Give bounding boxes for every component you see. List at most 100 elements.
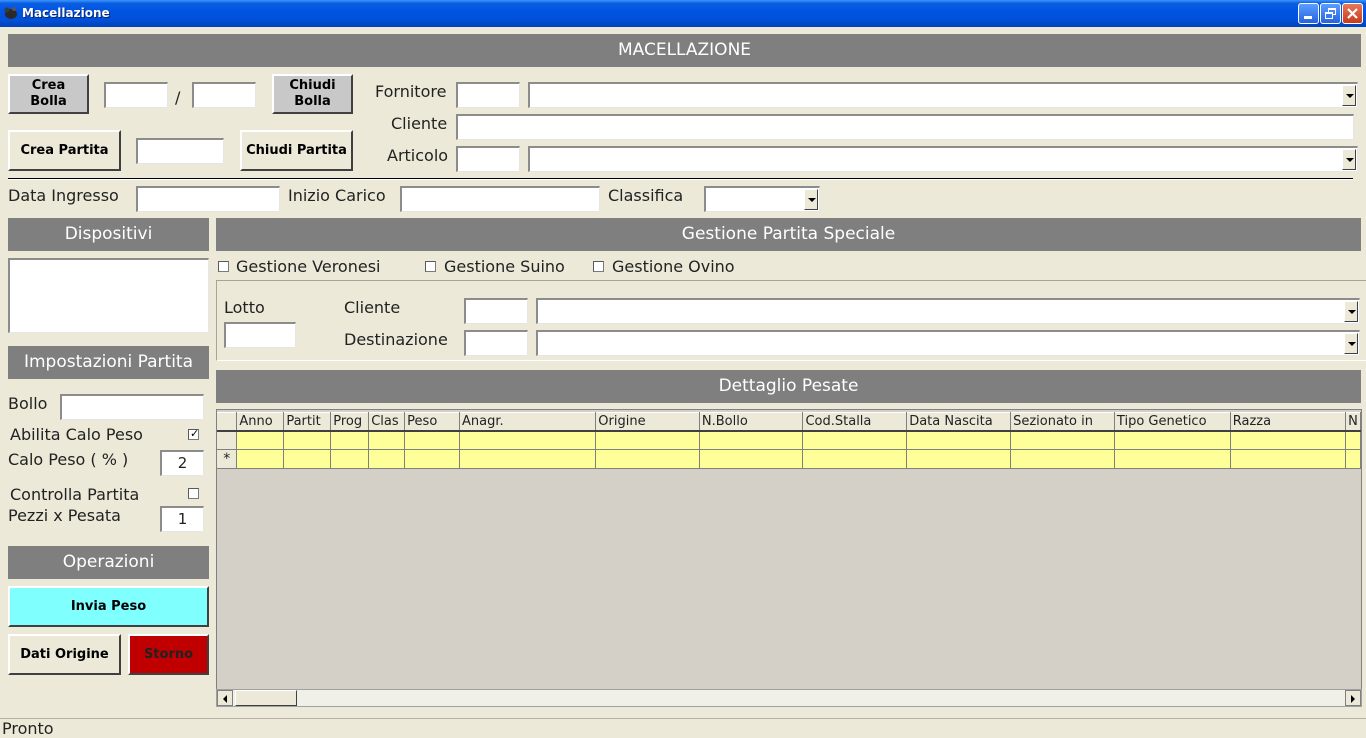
close-icon <box>1347 8 1358 19</box>
col-header[interactable]: Data Nascita <box>906 412 1012 432</box>
bollo-field[interactable] <box>60 394 204 420</box>
page-title: MACELLAZIONE <box>617 40 752 60</box>
gestione-veronesi-checkbox[interactable] <box>218 261 229 272</box>
partita-number-field[interactable] <box>136 138 224 164</box>
articolo-select[interactable] <box>528 146 1358 172</box>
new-row-marker[interactable]: * <box>217 449 238 469</box>
bolla-number-field[interactable] <box>104 82 168 108</box>
bolla-year-field[interactable] <box>192 82 256 108</box>
classifica-select[interactable] <box>704 186 820 212</box>
col-header[interactable]: Razza <box>1230 412 1347 432</box>
invia-peso-button[interactable]: Invia Peso <box>8 586 209 627</box>
chevron-down-icon[interactable] <box>1344 333 1358 354</box>
cliente-label: Cliente <box>391 114 448 133</box>
col-header[interactable]: N <box>1345 412 1361 432</box>
col-header[interactable]: Anagr. <box>459 412 597 432</box>
operazioni-header: Operazioni <box>8 546 209 579</box>
gestione-ovino-checkbox[interactable] <box>593 261 604 272</box>
pezzi-label: Pezzi x Pesata <box>8 506 121 525</box>
articolo-code-field[interactable] <box>456 146 520 172</box>
destinazione-select[interactable] <box>536 330 1360 356</box>
scroll-right-button[interactable] <box>1345 690 1361 706</box>
calo-peso-field[interactable]: 2 <box>160 450 204 476</box>
col-header[interactable]: Origine <box>595 412 700 432</box>
speciale-cliente-select[interactable] <box>536 298 1360 324</box>
chevron-down-icon[interactable] <box>1344 301 1358 322</box>
dati-origine-button[interactable]: Dati Origine <box>8 634 121 675</box>
calo-peso-label: Calo Peso ( % ) <box>8 450 129 469</box>
operazioni-title: Operazioni <box>62 552 155 572</box>
inizio-carico-field[interactable] <box>400 186 600 212</box>
crea-partita-button[interactable]: Crea Partita <box>8 130 121 171</box>
speciale-header: Gestione Partita Speciale <box>216 218 1361 251</box>
title-bar: Macellazione <box>0 0 1366 27</box>
restore-button[interactable] <box>1320 3 1341 24</box>
grid-header-row: Anno Partit Prog Clas Peso Anagr. Origin… <box>217 412 1361 432</box>
dispositivi-header: Dispositivi <box>8 218 209 251</box>
gestione-ovino-label: Gestione Ovino <box>612 257 735 276</box>
crea-bolla-button[interactable]: Crea Bolla <box>8 74 89 114</box>
status-text: Pronto <box>2 719 54 738</box>
pesate-grid[interactable]: Anno Partit Prog Clas Peso Anagr. Origin… <box>216 409 1362 707</box>
impostazioni-title: Impostazioni Partita <box>23 352 194 372</box>
fornitore-label: Fornitore <box>375 82 447 101</box>
chevron-down-icon[interactable] <box>1342 85 1356 106</box>
data-ingresso-field[interactable] <box>136 186 280 212</box>
destinazione-code-field[interactable] <box>464 330 528 356</box>
bollo-label: Bollo <box>8 394 48 413</box>
chiudi-partita-button[interactable]: Chiudi Partita <box>240 130 353 171</box>
chiudi-bolla-button[interactable]: Chiudi Bolla <box>272 74 353 114</box>
cliente-field[interactable] <box>456 114 1354 140</box>
col-header[interactable]: Prog <box>330 412 370 432</box>
bolla-separator: / <box>175 88 181 107</box>
controlla-partita-checkbox[interactable] <box>188 488 199 499</box>
col-header[interactable]: Anno <box>236 412 285 432</box>
row-selector-header <box>217 412 238 432</box>
arrow-right-icon <box>1351 695 1355 703</box>
gestione-suino-checkbox[interactable] <box>425 261 436 272</box>
close-button[interactable] <box>1342 3 1363 24</box>
grid-horizontal-scrollbar[interactable] <box>216 689 1362 707</box>
speciale-title: Gestione Partita Speciale <box>681 224 896 244</box>
arrow-left-icon <box>223 695 227 703</box>
gestione-suino-label: Gestione Suino <box>444 257 565 276</box>
dettaglio-header: Dettaglio Pesate <box>216 370 1361 403</box>
row-selector[interactable] <box>217 430 238 450</box>
dispositivi-list[interactable] <box>8 258 209 333</box>
speciale-cliente-code-field[interactable] <box>464 298 528 324</box>
chevron-down-icon[interactable] <box>804 189 818 210</box>
app-icon <box>4 7 17 19</box>
data-ingresso-label: Data Ingresso <box>8 186 119 205</box>
abilita-calo-checkbox[interactable]: ✓ <box>188 427 199 440</box>
col-header[interactable]: Cod.Stalla <box>802 412 908 432</box>
controlla-partita-label: Controlla Partita <box>10 485 140 504</box>
chevron-down-icon[interactable] <box>1342 149 1356 170</box>
col-header[interactable]: Peso <box>404 412 461 432</box>
col-header[interactable]: N.Bollo <box>699 412 804 432</box>
classifica-label: Classifica <box>608 186 684 205</box>
col-header[interactable]: Clas <box>368 412 406 432</box>
main-header: MACELLAZIONE <box>8 34 1361 67</box>
scroll-thumb[interactable] <box>235 690 297 706</box>
impostazioni-header: Impostazioni Partita <box>8 346 209 379</box>
storno-button[interactable]: Storno <box>128 634 209 675</box>
destinazione-label: Destinazione <box>344 330 448 349</box>
col-header[interactable]: Tipo Genetico <box>1114 412 1231 432</box>
table-row[interactable] <box>217 430 1361 450</box>
pezzi-field[interactable]: 1 <box>160 506 204 532</box>
window-title: Macellazione <box>22 6 110 20</box>
lotto-field[interactable] <box>224 322 296 348</box>
scroll-left-button[interactable] <box>217 690 233 706</box>
abilita-calo-label: Abilita Calo Peso <box>10 425 143 444</box>
fornitore-code-field[interactable] <box>456 82 520 108</box>
col-header[interactable]: Sezionato in <box>1010 412 1115 432</box>
col-header[interactable]: Partit <box>283 412 332 432</box>
fornitore-select[interactable] <box>528 82 1358 108</box>
table-row-new[interactable]: * <box>217 449 1361 469</box>
minimize-button[interactable] <box>1298 3 1319 24</box>
divider <box>8 178 1353 180</box>
speciale-cliente-label: Cliente <box>344 298 401 317</box>
inizio-carico-label: Inizio Carico <box>288 186 386 205</box>
pesate-table: Anno Partit Prog Clas Peso Anagr. Origin… <box>217 412 1361 469</box>
lotto-label: Lotto <box>224 298 265 317</box>
